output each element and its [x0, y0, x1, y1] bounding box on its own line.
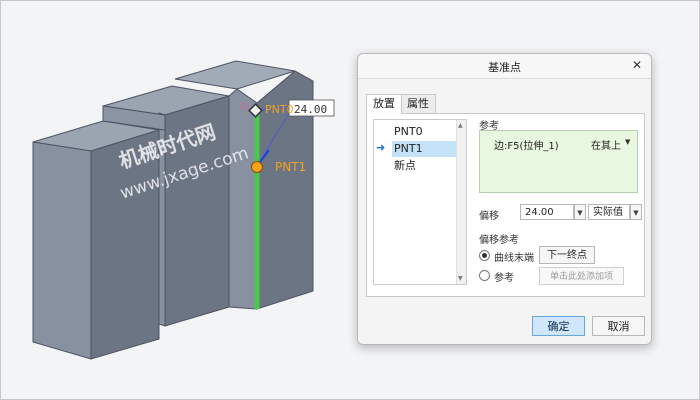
- radio-curve-end[interactable]: [479, 250, 490, 261]
- dialog-titlebar[interactable]: 基准点 ✕: [358, 54, 651, 79]
- cancel-button[interactable]: 取消: [592, 316, 645, 336]
- add-item-button[interactable]: 单击此处添加项: [539, 267, 624, 285]
- offset-value-dropdown[interactable]: ▼: [574, 204, 586, 220]
- reference-box[interactable]: 边:F5(拉伸_1) 在其上 ▼: [479, 130, 638, 193]
- next-endpoint-button[interactable]: 下一终点: [539, 246, 595, 264]
- block-left-front: [32, 141, 92, 360]
- pnt0-label: PNT0: [265, 103, 294, 116]
- offset-value-input[interactable]: 24.00: [520, 204, 574, 220]
- current-point-arrow-icon: ➜: [376, 141, 386, 154]
- pnt1-marker[interactable]: [251, 161, 263, 173]
- offset-label: 偏移: [479, 211, 499, 222]
- offset-type-select[interactable]: 实际值: [588, 204, 630, 220]
- ok-button[interactable]: 确定: [532, 316, 585, 336]
- dialog-title: 基准点: [488, 61, 521, 74]
- block-right-top: [174, 60, 296, 90]
- curve-end-label: 曲线末端: [494, 253, 534, 264]
- tab-placement[interactable]: 放置: [366, 94, 402, 114]
- offset-reference-label: 偏移参考: [479, 235, 519, 246]
- list-item-pnt1[interactable]: PNT1: [392, 141, 460, 157]
- radio-reference[interactable]: [479, 270, 490, 281]
- pnt1-label: PNT1: [275, 160, 306, 174]
- reference-item[interactable]: 边:F5(拉伸_1): [494, 137, 559, 152]
- placement-panel: PNT0 ➜ PNT1 新点 ▲ ▼ 参考 边:F5(拉伸_1) 在其上 ▼ 偏…: [366, 113, 645, 297]
- block-right-front: [228, 88, 258, 310]
- tab-properties[interactable]: 属性: [400, 94, 436, 113]
- close-icon[interactable]: ✕: [632, 58, 642, 72]
- list-item-pnt0[interactable]: PNT0: [392, 124, 460, 140]
- point-list[interactable]: PNT0 ➜ PNT1 新点 ▲ ▼: [373, 119, 467, 285]
- list-item-new-point[interactable]: 新点: [392, 158, 460, 174]
- dimension-value: 24.00: [294, 103, 327, 116]
- scroll-up-icon[interactable]: ▲: [458, 122, 463, 129]
- chevron-down-icon[interactable]: ▼: [625, 138, 630, 146]
- scroll-down-icon[interactable]: ▼: [458, 275, 463, 282]
- offset-type-dropdown[interactable]: ▼: [630, 204, 642, 220]
- point-list-scrollbar[interactable]: ▲ ▼: [456, 120, 466, 284]
- reference-option-label: 参考: [494, 273, 514, 284]
- datum-point-dialog: 基准点 ✕ 放置 属性 PNT0 ➜ PNT1 新点 ▲ ▼ 参考 边:F5(拉…: [357, 53, 652, 345]
- reference-mode[interactable]: 在其上: [591, 137, 621, 152]
